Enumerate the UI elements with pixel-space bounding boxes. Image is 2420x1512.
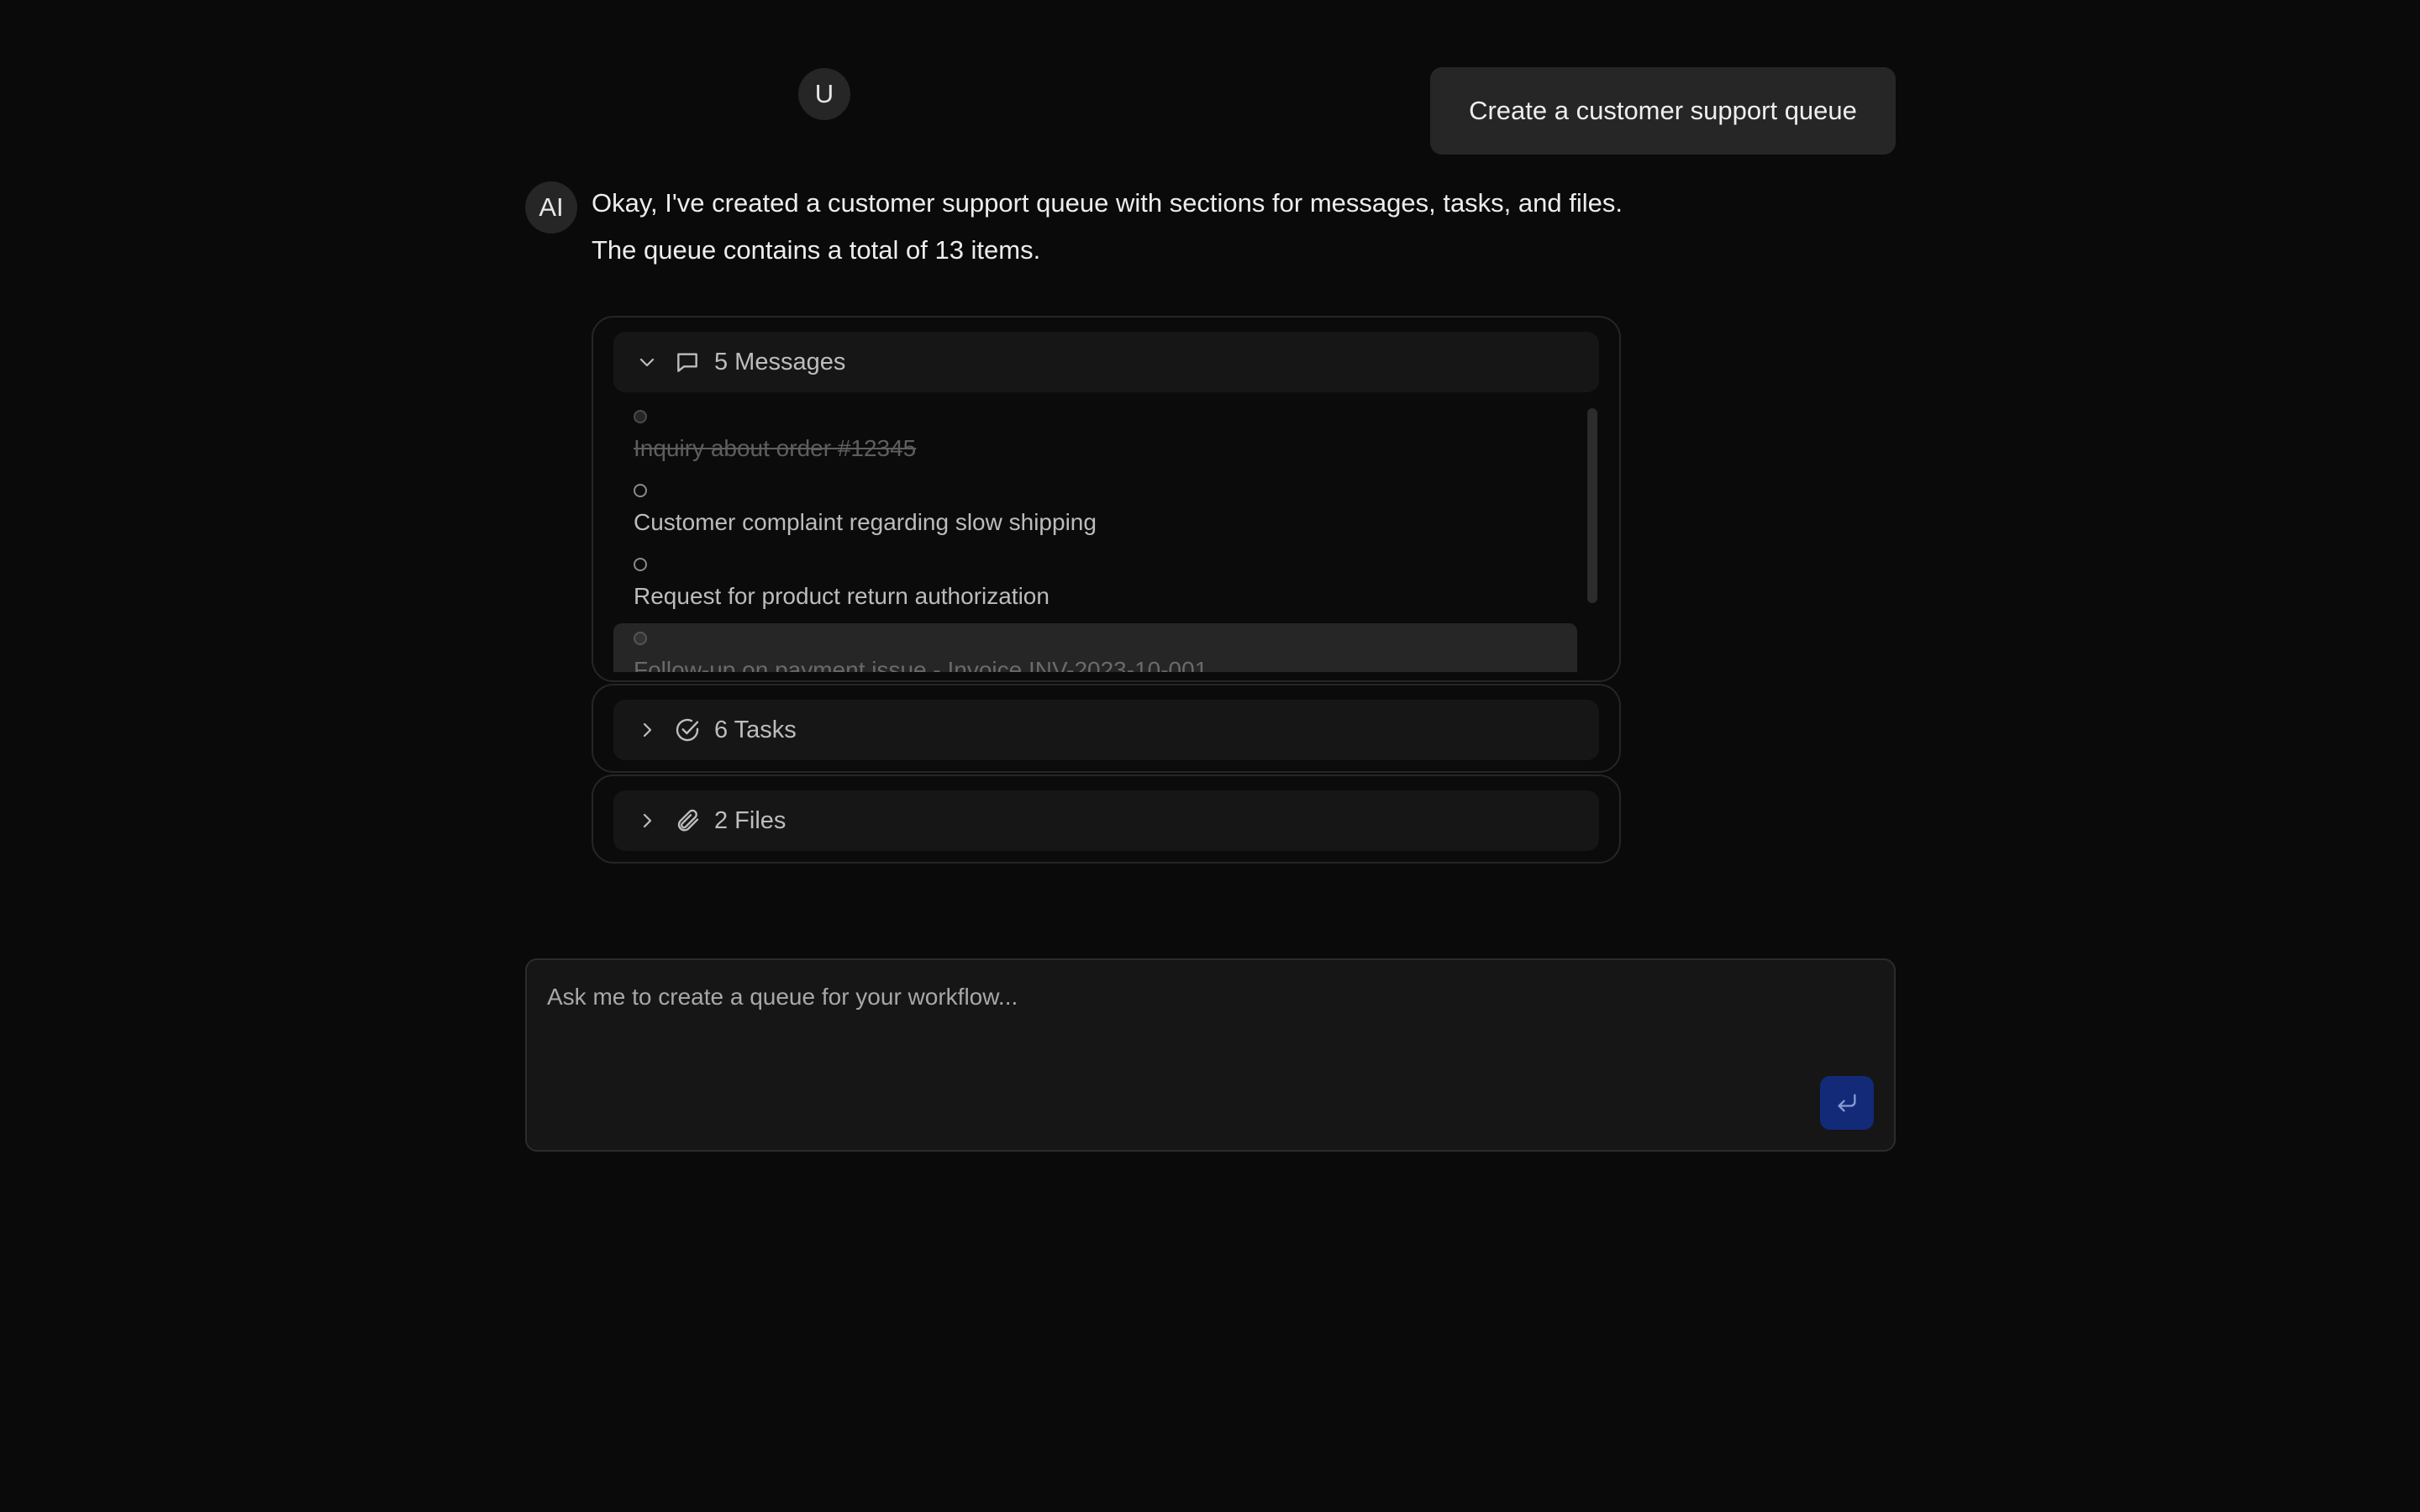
send-button[interactable] <box>1820 1076 1874 1130</box>
queue-section-tasks: 6 Tasks <box>592 684 1621 773</box>
queue-section-files: 2 Files <box>592 774 1621 864</box>
composer <box>525 958 1896 1152</box>
list-item[interactable]: Inquiry about order #12345 <box>613 402 1577 475</box>
chevron-right-icon <box>637 720 657 740</box>
tasks-section-label: 6 Tasks <box>714 716 797 743</box>
files-section-label: 2 Files <box>714 806 786 834</box>
tasks-section-header[interactable]: 6 Tasks <box>613 700 1599 760</box>
message-label: Follow-up on payment issue - Invoice INV… <box>634 657 1208 672</box>
ai-avatar: AI <box>525 181 577 234</box>
status-radio[interactable] <box>634 632 647 645</box>
user-message-bubble: Create a customer support queue <box>1430 67 1896 155</box>
messages-scrollbar[interactable] <box>1587 408 1597 603</box>
user-avatar: U <box>798 68 850 120</box>
status-radio[interactable] <box>634 484 647 497</box>
status-radio[interactable] <box>634 410 647 423</box>
message-label: Inquiry about order #12345 <box>634 435 917 461</box>
queue-section-messages: 5 Messages Inquiry about order #12345 Cu… <box>592 316 1621 682</box>
list-item[interactable]: Request for product return authorization <box>613 549 1577 623</box>
messages-list: Inquiry about order #12345 Customer comp… <box>613 402 1577 672</box>
paperclip-icon <box>674 807 701 834</box>
list-item[interactable]: Follow-up on payment issue - Invoice INV… <box>613 623 1577 672</box>
prompt-input[interactable] <box>527 960 1894 1150</box>
corner-down-left-icon <box>1835 1091 1859 1115</box>
message-square-icon <box>674 349 701 375</box>
list-item[interactable]: Customer complaint regarding slow shippi… <box>613 475 1577 549</box>
ai-message-text: Okay, I've created a customer support qu… <box>592 188 1623 265</box>
message-label: Customer complaint regarding slow shippi… <box>634 509 1097 535</box>
chevron-right-icon <box>637 811 657 831</box>
message-label: Request for product return authorization <box>634 583 1050 609</box>
messages-section-label: 5 Messages <box>714 348 846 375</box>
status-radio[interactable] <box>634 558 647 571</box>
chevron-down-icon <box>637 352 657 372</box>
messages-section-header[interactable]: 5 Messages <box>613 332 1599 392</box>
check-circle-icon <box>674 717 701 743</box>
files-section-header[interactable]: 2 Files <box>613 790 1599 851</box>
